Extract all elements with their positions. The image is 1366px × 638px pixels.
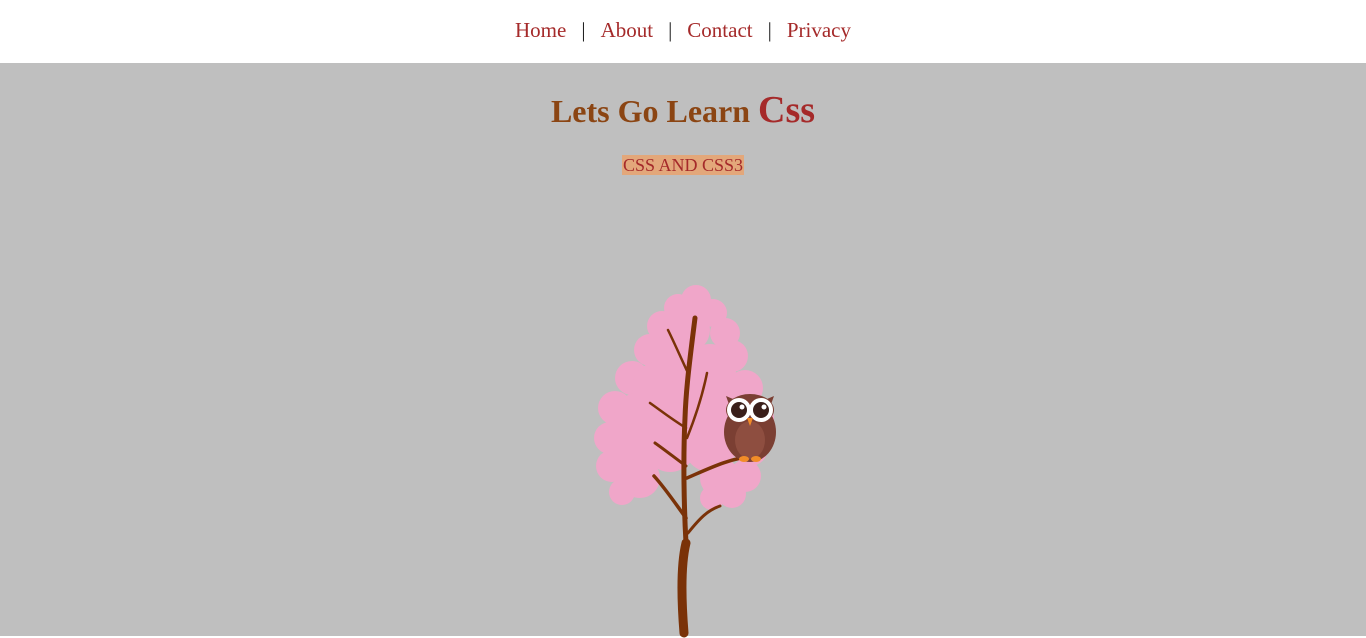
page-title-accent: Css <box>758 89 816 131</box>
subtitle-wrapper: CSS AND CSS3 <box>0 155 1366 176</box>
page-subtitle: CSS AND CSS3 <box>621 155 745 175</box>
main-content: Lets Go Learn Css CSS AND CSS3 <box>0 63 1366 638</box>
nav-links: Home | About | Contact | Privacy <box>515 18 851 43</box>
nav-separator: | <box>581 18 586 42</box>
nav-link-about[interactable]: About <box>601 18 654 43</box>
tree-owl-illustration <box>594 285 776 638</box>
nav-link-contact[interactable]: Contact <box>687 18 752 43</box>
page-title-text: Lets Go Learn <box>550 93 759 129</box>
page-title: Lets Go Learn Css <box>0 91 1366 129</box>
nav-separator: | <box>767 18 772 42</box>
owl-icon <box>724 394 776 462</box>
top-navigation: Home | About | Contact | Privacy <box>0 0 1366 63</box>
nav-separator: | <box>668 18 673 42</box>
nav-link-home[interactable]: Home <box>515 18 566 43</box>
nav-link-privacy[interactable]: Privacy <box>787 18 851 43</box>
